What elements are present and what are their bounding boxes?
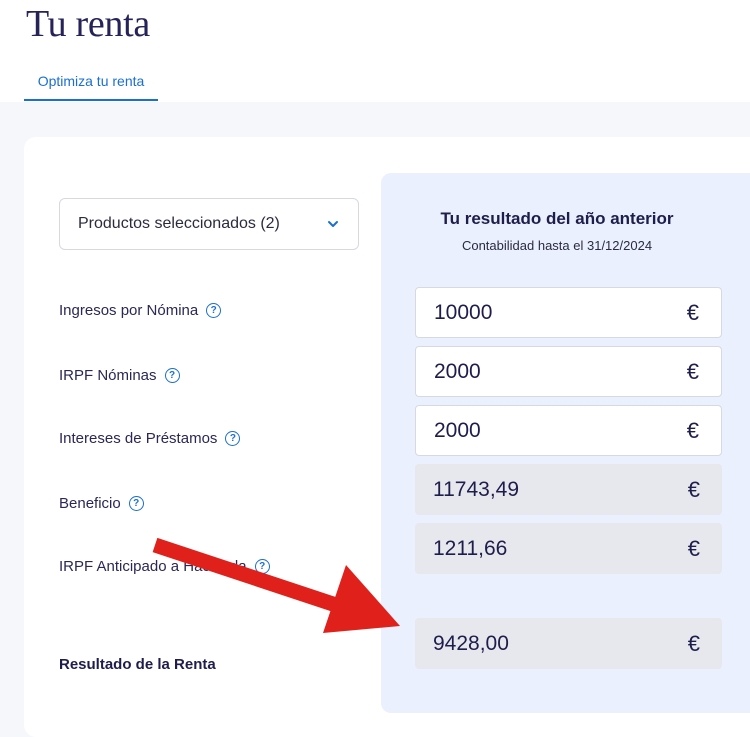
page-title: Tu renta: [26, 3, 150, 45]
intereses-prestamos-input[interactable]: 2000 €: [415, 405, 722, 456]
euro-sign: €: [686, 417, 699, 443]
euro-sign: €: [687, 476, 700, 502]
label-ingresos-nomina: Ingresos por Nómina ?: [59, 302, 222, 319]
tab-optimiza-tu-renta[interactable]: Optimiza tu renta: [24, 73, 158, 101]
field-value: 10000: [434, 300, 493, 324]
help-icon[interactable]: ?: [128, 496, 144, 511]
products-dropdown[interactable]: Productos seleccionados (2): [59, 198, 359, 250]
help-icon[interactable]: ?: [225, 431, 241, 446]
result-subtitle: Contabilidad hasta el 31/12/2024: [461, 238, 653, 253]
field-value: 2000: [434, 359, 481, 383]
euro-sign: €: [686, 299, 699, 325]
resultado-renta-value: 9428,00 €: [415, 618, 722, 669]
ingresos-nomina-input[interactable]: 10000 €: [415, 287, 722, 338]
chevron-down-icon: [328, 221, 338, 227]
result-title: Tu resultado del año anterior: [440, 209, 674, 228]
help-icon[interactable]: ?: [206, 303, 222, 318]
label-irpf-nominas: IRPF Nóminas ?: [59, 367, 180, 384]
field-value: 1211,66: [433, 536, 508, 560]
label-irpf-anticipado: IRPF Anticipado a Hacienda ?: [59, 558, 270, 575]
help-icon[interactable]: ?: [164, 368, 180, 383]
active-tab-indicator: [24, 99, 158, 101]
field-value: 2000: [434, 418, 481, 442]
row-label: IRPF Anticipado a Hacienda: [59, 558, 247, 575]
irpf-anticipado-value: 1211,66 €: [415, 523, 722, 574]
field-value: 9428,00: [433, 631, 509, 655]
label-intereses-prestamos: Intereses de Préstamos ?: [59, 430, 241, 447]
euro-sign: €: [687, 535, 700, 561]
row-label: Ingresos por Nómina: [59, 302, 199, 319]
row-label: Beneficio: [59, 495, 121, 512]
euro-sign: €: [687, 630, 700, 656]
products-dropdown-label: Productos seleccionados (2): [78, 215, 280, 232]
label-resultado-renta: Resultado de la Renta: [59, 656, 216, 673]
row-label: IRPF Nóminas: [59, 367, 157, 384]
help-icon[interactable]: ?: [254, 559, 270, 574]
label-beneficio: Beneficio ?: [59, 495, 144, 512]
field-value: 11743,49: [433, 477, 520, 501]
total-label: Resultado de la Renta: [59, 656, 216, 673]
beneficio-value: 11743,49 €: [415, 464, 722, 515]
euro-sign: €: [686, 358, 699, 384]
row-label: Intereses de Préstamos: [59, 430, 218, 447]
irpf-nominas-input[interactable]: 2000 €: [415, 346, 722, 397]
